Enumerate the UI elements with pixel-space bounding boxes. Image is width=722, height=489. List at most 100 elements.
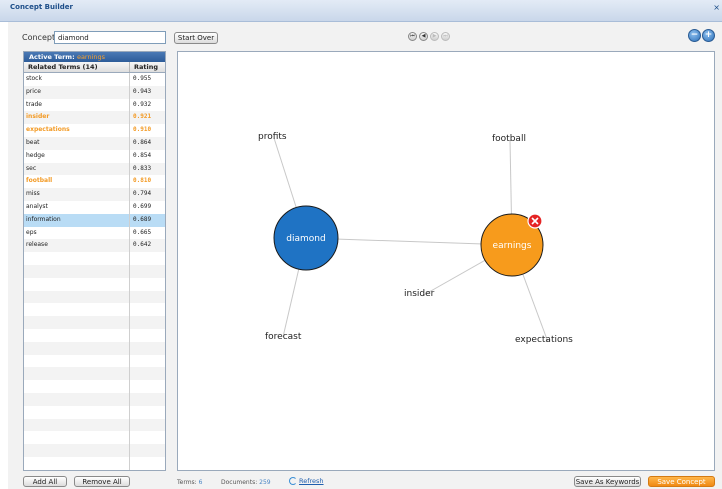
term-cell: beat: [24, 136, 130, 150]
term-row-price[interactable]: price 0.943: [24, 85, 165, 99]
active-term-label: Active Term:: [29, 53, 75, 61]
term-cell: trade: [24, 98, 130, 112]
graph-canvas: diamond earnings: [273, 137, 549, 343]
remove-node-icon[interactable]: [527, 213, 543, 229]
documents-count: Documents: 259: [221, 479, 271, 486]
empty-row: [24, 367, 165, 381]
empty-row: [24, 418, 165, 432]
term-row-analyst[interactable]: analyst 0.699: [24, 200, 165, 214]
term-cell: miss: [24, 188, 130, 201]
rating-cell: 0.794: [133, 190, 152, 198]
empty-row: [24, 290, 165, 304]
rating-cell: 0.910: [133, 126, 152, 134]
term-cell: sec: [24, 162, 130, 176]
rating-cell: 0.921: [133, 113, 152, 121]
documents-value: 259: [259, 479, 271, 486]
rating-cell: 0.689: [133, 215, 152, 223]
empty-row: [24, 303, 165, 317]
save-as-keywords-button[interactable]: Save As Keywords: [574, 476, 641, 487]
term-row-trade[interactable]: trade 0.932: [24, 98, 165, 112]
term-cell: hedge: [24, 149, 130, 163]
rating-cell: 0.810: [133, 177, 152, 185]
node-label-diamond: diamond: [286, 234, 325, 244]
term-row-sec[interactable]: sec 0.833: [24, 162, 165, 176]
rating-cell: 0.955: [133, 75, 152, 82]
concept-label: Concept:: [22, 33, 58, 42]
related-terms-header: Related Terms (14) Rating: [24, 62, 165, 73]
term-node-profits[interactable]: profits: [258, 132, 287, 142]
remove-all-button[interactable]: Remove All: [74, 476, 130, 487]
term-row-eps[interactable]: eps 0.665: [24, 226, 165, 240]
term-cell: information: [24, 213, 130, 227]
term-row-beat[interactable]: beat 0.864: [24, 136, 165, 150]
rating-cell: 0.833: [133, 164, 152, 172]
empty-row: [24, 277, 165, 291]
term-row-stock[interactable]: stock 0.955: [24, 73, 165, 86]
term-node-expectations[interactable]: expectations: [515, 335, 573, 345]
concept-input[interactable]: [54, 31, 166, 44]
related-terms-panel: Active Term: earnings Related Terms (14)…: [23, 51, 166, 471]
term-node-football[interactable]: football: [492, 134, 526, 144]
term-row-information[interactable]: information 0.689: [24, 213, 165, 227]
term-cell: expectations: [24, 124, 130, 137]
empty-row: [24, 392, 165, 406]
refresh-icon: [289, 477, 297, 485]
next-icon[interactable]: ▶: [430, 32, 439, 41]
save-concept-button[interactable]: Save Concept: [648, 476, 715, 487]
rating-cell: 0.932: [133, 100, 152, 108]
terms-value: 6: [198, 479, 203, 486]
empty-row: [24, 405, 165, 419]
add-all-button[interactable]: Add All: [23, 476, 67, 487]
column-header-terms[interactable]: Related Terms (14): [24, 62, 130, 72]
rating-cell: 0.642: [133, 241, 152, 249]
rating-cell: 0.699: [133, 202, 152, 210]
rating-cell: 0.854: [133, 151, 152, 159]
window-title: Concept Builder: [10, 3, 73, 11]
term-cell: release: [24, 239, 130, 253]
terms-count: Terms: 6: [177, 479, 202, 486]
related-terms-list: stock 0.955 price 0.943 trade 0.932 insider 0.9…: [24, 73, 165, 470]
title-bar: Concept Builder ×: [0, 0, 722, 22]
term-node-forecast[interactable]: forecast: [265, 332, 301, 342]
terms-label: Terms:: [177, 479, 197, 486]
term-cell: stock: [24, 73, 130, 86]
empty-row: [24, 316, 165, 329]
empty-row: [24, 431, 165, 445]
term-row-football[interactable]: football 0.810: [24, 175, 165, 189]
rating-cell: 0.943: [133, 87, 152, 95]
close-icon[interactable]: ×: [713, 3, 720, 12]
term-cell: eps: [24, 226, 130, 240]
empty-row: [24, 354, 165, 368]
start-over-button[interactable]: Start Over: [174, 32, 218, 44]
documents-label: Documents:: [221, 479, 258, 486]
empty-row: [24, 252, 165, 265]
empty-row: [24, 444, 165, 457]
zoom-in-icon[interactable]: +: [702, 29, 715, 42]
empty-row: [24, 341, 165, 355]
term-cell: price: [24, 85, 130, 99]
rating-cell: 0.864: [133, 138, 152, 146]
term-row-miss[interactable]: miss 0.794: [24, 188, 165, 201]
prev-icon[interactable]: ◀: [419, 32, 428, 41]
history-nav: ⏮ ◀ ▶ ⏭: [408, 32, 450, 43]
empty-row: [24, 264, 165, 278]
empty-row: [24, 380, 165, 393]
column-header-rating[interactable]: Rating: [130, 62, 165, 72]
term-node-insider[interactable]: insider: [404, 289, 434, 299]
active-term-header: Active Term: earnings: [24, 52, 165, 62]
term-row-hedge[interactable]: hedge 0.854: [24, 149, 165, 163]
first-icon[interactable]: ⏮: [408, 32, 417, 41]
refresh-label: Refresh: [299, 477, 324, 485]
term-cell: insider: [24, 111, 130, 125]
zoom-out-icon[interactable]: −: [688, 29, 701, 42]
refresh-link[interactable]: Refresh: [289, 477, 324, 485]
last-icon[interactable]: ⏭: [441, 32, 450, 41]
empty-row: [24, 328, 165, 342]
concept-graph[interactable]: diamond earnings profits forecast football i…: [177, 51, 715, 471]
term-row-insider[interactable]: insider 0.921: [24, 111, 165, 125]
term-row-expectations[interactable]: expectations 0.910: [24, 124, 165, 137]
term-row-release[interactable]: release 0.642: [24, 239, 165, 253]
node-label-earnings: earnings: [493, 241, 532, 251]
term-cell: analyst: [24, 200, 130, 214]
empty-row: [24, 456, 165, 470]
